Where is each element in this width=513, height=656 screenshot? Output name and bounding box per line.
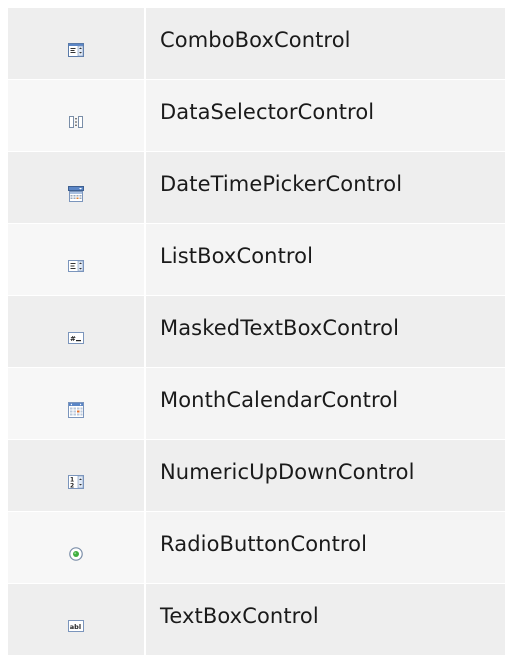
control-name: MonthCalendarControl [160,388,399,412]
icon-cell [8,152,146,223]
icon-cell: 1 2 [8,440,146,511]
table-row: 1 2 NumericUpDownControl [8,440,505,512]
control-name: MaskedTextBoxControl [160,316,400,340]
table-row: DateTimePickerControl [8,152,505,224]
textbox-icon: abl [68,619,84,632]
icon-cell [8,80,146,151]
radio-button-icon [69,546,83,561]
svg-text:#: # [70,335,76,343]
icon-cell [8,224,146,295]
numeric-updown-icon: 1 2 [68,474,84,489]
month-calendar-icon [68,401,84,418]
svg-text:abl: abl [70,623,81,631]
control-name: DataSelectorControl [160,100,375,124]
control-name: ComboBoxControl [160,28,351,52]
icon-cell [8,8,146,79]
listbox-icon [68,259,84,272]
table-row: MonthCalendarControl [8,368,505,440]
control-name: DateTimePickerControl [160,172,403,196]
data-selector-icon [69,115,83,128]
table-row: ListBoxControl [8,224,505,296]
control-name: TextBoxControl [160,604,319,628]
datetime-picker-icon [68,185,84,202]
icon-cell [8,512,146,583]
masked-textbox-icon: # [68,331,84,344]
table-row: RadioButtonControl [8,512,505,584]
controls-table: ComboBoxControl DataSelectorControl Date… [8,8,505,656]
table-row: ComboBoxControl [8,8,505,80]
icon-cell: abl [8,584,146,655]
control-name: NumericUpDownControl [160,460,415,484]
control-name: RadioButtonControl [160,532,368,556]
table-row: abl TextBoxControl [8,584,505,656]
table-row: # MaskedTextBoxControl [8,296,505,368]
table-row: DataSelectorControl [8,80,505,152]
combobox-icon [68,42,84,57]
control-name: ListBoxControl [160,244,314,268]
svg-text:2: 2 [70,482,74,489]
icon-cell: # [8,296,146,367]
icon-cell [8,368,146,439]
